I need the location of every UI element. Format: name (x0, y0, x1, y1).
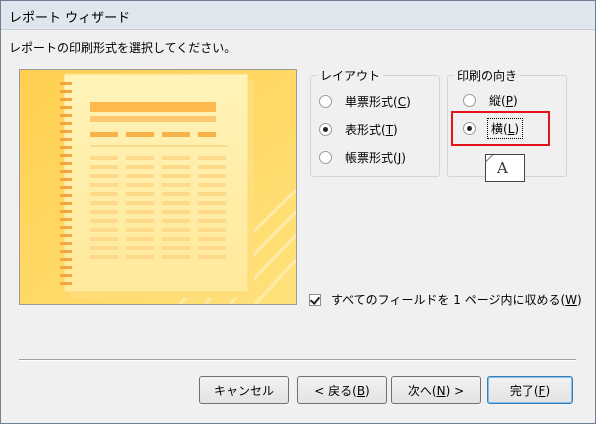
radio-button-icon[interactable] (319, 122, 332, 136)
radio-columnar[interactable]: 単票形式(C) (319, 92, 411, 110)
back-button-label: < 戻る(B) (314, 383, 370, 398)
finish-button[interactable]: 完了(F) (487, 376, 573, 404)
radio-justified[interactable]: 帳票形式(J) (319, 148, 406, 166)
checkbox-checked-icon[interactable] (309, 293, 321, 306)
radio-button-icon[interactable] (319, 94, 332, 108)
radio-button-icon[interactable] (319, 150, 332, 164)
page-letter: A (497, 159, 508, 177)
page-corner-icon (485, 154, 494, 163)
window-title: レポート ウィザード (9, 11, 131, 26)
finish-button-label: 完了(F) (509, 383, 551, 398)
fit-fields-checkbox[interactable]: すべてのフィールドを 1 ページ内に収める(W) (309, 291, 582, 308)
layout-preview-image (19, 69, 297, 305)
next-button-label: 次へ(N) > (407, 383, 465, 398)
title-bar: レポート ウィザード (1, 1, 595, 30)
radio-justified-label: 帳票形式(J) (345, 150, 406, 165)
back-button[interactable]: < 戻る(B) (297, 376, 387, 404)
radio-columnar-label: 単票形式(C) (345, 94, 411, 109)
footer-separator (19, 359, 576, 361)
report-wizard-window: レポート ウィザード レポートの印刷形式を選択してください。 レイアウト 単票形… (0, 0, 596, 424)
radio-portrait-label: 縦(P) (489, 93, 518, 108)
instruction-text: レポートの印刷形式を選択してください。 (9, 41, 237, 55)
fit-fields-label: すべてのフィールドを 1 ページ内に収める(W) (331, 293, 582, 307)
orientation-legend: 印刷の向き (457, 69, 518, 83)
radio-button-icon[interactable] (463, 93, 476, 107)
next-button[interactable]: 次へ(N) > (391, 376, 481, 404)
radio-tabular-label: 表形式(T) (345, 122, 398, 137)
cancel-button[interactable]: キャンセル (199, 376, 289, 404)
layout-legend: レイアウト (320, 69, 381, 83)
highlight-box (451, 111, 550, 146)
radio-portrait[interactable]: 縦(P) (463, 91, 518, 109)
landscape-page-icon: A (485, 154, 525, 182)
cancel-button-label: キャンセル (213, 383, 274, 398)
radio-tabular[interactable]: 表形式(T) (319, 120, 398, 138)
report-page-illustration (20, 70, 296, 304)
